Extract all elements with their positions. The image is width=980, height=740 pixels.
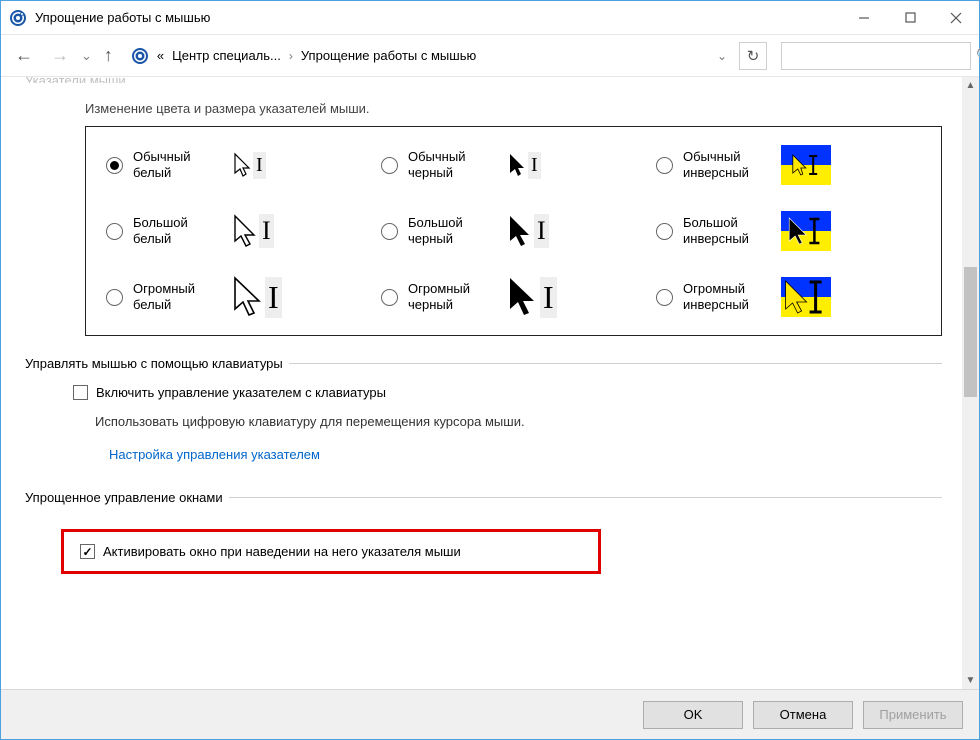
radio-regular-black[interactable] xyxy=(381,157,398,174)
option-label: Большой черный xyxy=(408,215,496,248)
pointer-option-regular-inverting[interactable]: Обычный инверсный xyxy=(656,145,921,185)
pointer-scheme-panel: Обычный белый I Обычный черный I xyxy=(85,126,942,336)
highlighted-option: Активировать окно при наведении на него … xyxy=(61,529,601,574)
pointer-option-xl-inverting[interactable]: Огромный инверсный xyxy=(656,277,921,317)
radio-xl-black[interactable] xyxy=(381,289,398,306)
radio-large-black[interactable] xyxy=(381,223,398,240)
cursor-preview-icon: I xyxy=(506,145,541,185)
pointer-option-regular-black[interactable]: Обычный черный I xyxy=(381,145,646,185)
cursor-preview-icon: I xyxy=(231,277,282,317)
dialog-button-bar: OK Отмена Применить xyxy=(1,689,979,739)
search-box[interactable]: 🔍 xyxy=(781,42,971,70)
link-mouse-keys-settings[interactable]: Настройка управления указателем xyxy=(73,429,320,462)
option-label: Обычный инверсный xyxy=(683,149,771,182)
option-label: Большой инверсный xyxy=(683,215,771,248)
forward-button[interactable]: → xyxy=(45,43,75,68)
breadcrumb-prefix[interactable]: « xyxy=(157,48,164,63)
radio-regular-white[interactable] xyxy=(106,157,123,174)
up-button[interactable]: ↑ xyxy=(98,43,119,68)
pointer-option-xl-black[interactable]: Огромный черный I xyxy=(381,277,646,317)
option-label: Огромный черный xyxy=(408,281,496,314)
history-dropdown[interactable]: ⌄ xyxy=(81,48,92,64)
scroll-down-button[interactable]: ▼ xyxy=(962,672,979,689)
radio-large-inverting[interactable] xyxy=(656,223,673,240)
cursor-preview-icon: I xyxy=(231,145,266,185)
scroll-up-button[interactable]: ▲ xyxy=(962,77,979,94)
chevron-down-icon[interactable]: ⌄ xyxy=(717,49,727,63)
navigation-bar: ← → ⌄ ↑ « Центр специаль... › Упрощение … xyxy=(1,35,979,77)
titlebar: Упрощение работы с мышью xyxy=(1,1,979,35)
cancel-button[interactable]: Отмена xyxy=(753,701,853,729)
close-button[interactable] xyxy=(933,1,979,35)
control-panel-small-icon xyxy=(131,47,149,65)
search-icon[interactable]: 🔍 xyxy=(976,47,980,64)
radio-large-white[interactable] xyxy=(106,223,123,240)
chevron-right-icon[interactable]: › xyxy=(289,49,293,63)
option-label: Обычный белый xyxy=(133,149,221,182)
window-title: Упрощение работы с мышью xyxy=(35,10,210,25)
section-heading-pointers: Указатели мыши xyxy=(25,77,942,83)
checkbox-label: Активировать окно при наведении на него … xyxy=(103,544,461,559)
pointer-option-large-inverting[interactable]: Большой инверсный xyxy=(656,211,921,251)
radio-xl-inverting[interactable] xyxy=(656,289,673,306)
breadcrumb-item-1[interactable]: Центр специаль... xyxy=(172,48,281,63)
refresh-button[interactable]: ↻ xyxy=(739,42,767,70)
radio-regular-inverting[interactable] xyxy=(656,157,673,174)
option-label: Большой белый xyxy=(133,215,221,248)
minimize-button[interactable] xyxy=(841,1,887,35)
option-label: Огромный белый xyxy=(133,281,221,314)
scroll-thumb[interactable] xyxy=(964,267,977,397)
cursor-preview-icon xyxy=(781,277,831,317)
cursor-preview-icon xyxy=(781,211,831,251)
search-input[interactable] xyxy=(790,47,970,64)
checkbox-icon[interactable] xyxy=(80,544,95,559)
checkbox-icon[interactable] xyxy=(73,385,88,400)
main-content: Указатели мыши Изменение цвета и размера… xyxy=(1,77,962,689)
breadcrumb[interactable]: « Центр специаль... › Упрощение работы с… xyxy=(125,42,733,70)
section-keyboard-control: Управлять мышью с помощью клавиатуры Вкл… xyxy=(25,356,942,462)
option-label: Обычный черный xyxy=(408,149,496,182)
radio-xl-white[interactable] xyxy=(106,289,123,306)
pointers-description: Изменение цвета и размера указателей мыш… xyxy=(25,101,942,116)
vertical-scrollbar[interactable]: ▲ ▼ xyxy=(962,77,979,689)
pointer-option-large-white[interactable]: Большой белый I xyxy=(106,211,371,251)
section-legend: Упрощенное управление окнами xyxy=(25,490,229,505)
checkbox-activate-on-hover[interactable]: Активировать окно при наведении на него … xyxy=(80,544,582,559)
breadcrumb-item-2[interactable]: Упрощение работы с мышью xyxy=(301,48,476,63)
checkbox-label: Включить управление указателем с клавиат… xyxy=(96,385,386,400)
cursor-preview-icon: I xyxy=(506,277,557,317)
hint-text: Использовать цифровую клавиатуру для пер… xyxy=(73,400,942,429)
checkbox-enable-mouse-keys[interactable]: Включить управление указателем с клавиат… xyxy=(73,385,942,400)
pointer-option-regular-white[interactable]: Обычный белый I xyxy=(106,145,371,185)
ok-button[interactable]: OK xyxy=(643,701,743,729)
pointer-option-large-black[interactable]: Большой черный I xyxy=(381,211,646,251)
cursor-preview-icon xyxy=(781,145,831,185)
control-panel-icon xyxy=(9,9,27,27)
back-button[interactable]: ← xyxy=(9,43,39,68)
maximize-button[interactable] xyxy=(887,1,933,35)
section-legend: Управлять мышью с помощью клавиатуры xyxy=(25,356,289,371)
section-window-management: Упрощенное управление окнами Активироват… xyxy=(25,490,942,574)
apply-button[interactable]: Применить xyxy=(863,701,963,729)
option-label: Огромный инверсный xyxy=(683,281,771,314)
cursor-preview-icon: I xyxy=(231,211,274,251)
cursor-preview-icon: I xyxy=(506,211,549,251)
pointer-option-xl-white[interactable]: Огромный белый I xyxy=(106,277,371,317)
